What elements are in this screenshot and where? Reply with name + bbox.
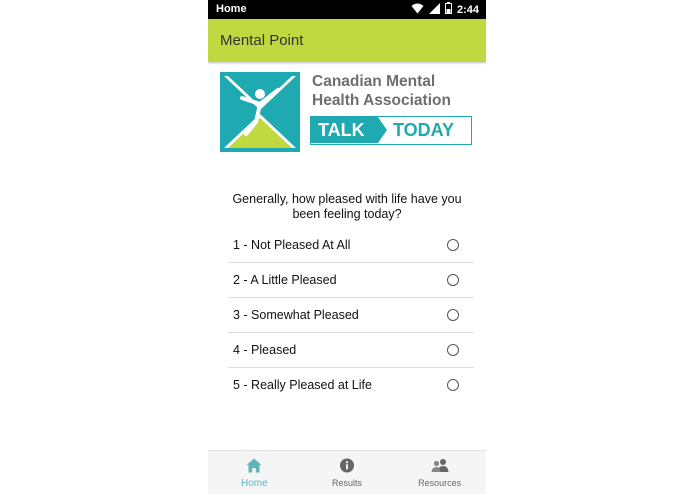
option-label: 2 - A Little Pleased: [233, 273, 337, 287]
nav-results[interactable]: Results: [301, 451, 394, 494]
org-name: Canadian Mental Health Association: [312, 73, 451, 109]
nav-resources-label: Resources: [418, 478, 462, 488]
app-bar: Mental Point: [208, 19, 486, 62]
option-3[interactable]: 3 - Somewhat Pleased: [228, 298, 474, 333]
option-label: 3 - Somewhat Pleased: [233, 308, 359, 322]
cmha-logo-mark-icon: [220, 72, 300, 152]
battery-icon: [444, 2, 452, 17]
info-icon: [340, 458, 354, 473]
option-1[interactable]: 1 - Not Pleased At All: [228, 228, 474, 263]
talk-label: TALK: [311, 117, 387, 143]
nav-resources[interactable]: Resources: [393, 451, 486, 494]
radio-button[interactable]: [447, 274, 459, 286]
today-label: TODAY: [393, 120, 455, 140]
home-icon: [246, 458, 262, 473]
signal-icon: [428, 2, 440, 17]
wifi-icon: [411, 3, 424, 17]
option-label: 4 - Pleased: [233, 343, 297, 357]
nav-results-label: Results: [332, 478, 363, 488]
option-5[interactable]: 5 - Really Pleased at Life: [228, 368, 474, 403]
bottom-nav: Home Results Resources: [208, 450, 486, 494]
radio-button[interactable]: [447, 309, 459, 321]
app-title: Mental Point: [220, 32, 304, 49]
option-4[interactable]: 4 - Pleased: [228, 333, 474, 368]
phone-screen: Home 2:44 Mental Point Canadian Mental H…: [208, 0, 486, 494]
option-label: 5 - Really Pleased at Life: [233, 378, 372, 392]
option-2[interactable]: 2 - A Little Pleased: [228, 263, 474, 298]
radio-button[interactable]: [447, 344, 459, 356]
nav-home-label: Home: [240, 478, 268, 489]
cmha-logo: Canadian Mental Health Association TALK …: [220, 72, 478, 154]
people-icon: [431, 459, 449, 472]
status-time: 2:44: [456, 3, 479, 16]
radio-button[interactable]: [447, 239, 459, 251]
survey-question: Generally, how pleased with life have yo…: [232, 192, 462, 221]
talk-today-badge: TALK TODAY: [310, 116, 472, 145]
nav-home[interactable]: Home: [208, 451, 301, 494]
radio-button[interactable]: [447, 379, 459, 391]
survey-options: 1 - Not Pleased At All 2 - A Little Plea…: [228, 228, 474, 403]
status-home-label: Home: [216, 3, 247, 15]
status-bar: Home 2:44: [208, 0, 486, 19]
option-label: 1 - Not Pleased At All: [233, 238, 351, 252]
status-icons: 2:44: [411, 2, 479, 17]
